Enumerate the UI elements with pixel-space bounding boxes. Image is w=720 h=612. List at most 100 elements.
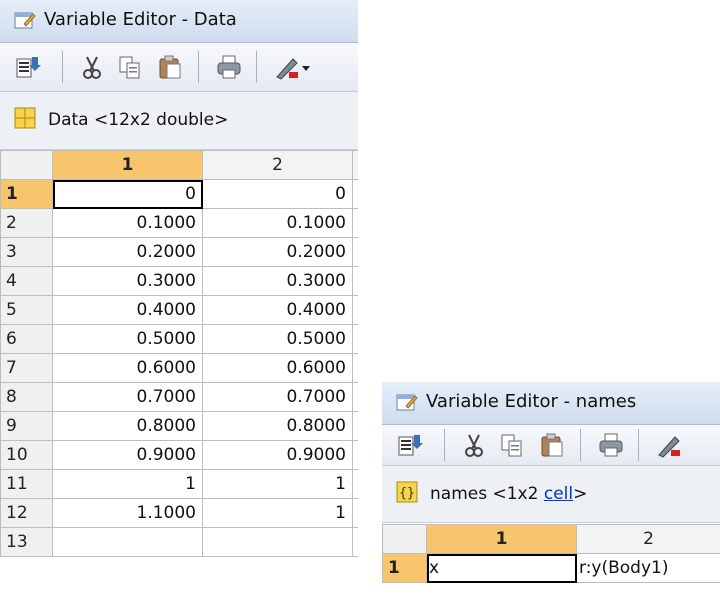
table-row: 4 0.3000 0.3000	[0, 266, 358, 296]
copy-icon[interactable]	[116, 53, 144, 81]
row-header[interactable]: 6	[0, 324, 53, 354]
table-row: 1 x r:y(Body1)	[382, 553, 720, 583]
variable-class: double	[156, 110, 215, 130]
column-header-1[interactable]: 1	[52, 150, 203, 180]
row-header[interactable]: 3	[0, 237, 53, 267]
row-header[interactable]: 10	[0, 440, 53, 470]
grid-cell-overflow[interactable]	[352, 295, 358, 325]
row-header[interactable]: 4	[0, 266, 53, 296]
grid-cell[interactable]: 0.6000	[52, 353, 203, 383]
grid-cell[interactable]: 1.1000	[52, 498, 203, 528]
grid-cell[interactable]: 0.2000	[202, 237, 353, 267]
data-grid: 1 2 1 0 0 2 0.1000 0.1000 3 0.2000 0.2000 4 0.3000…	[0, 150, 358, 557]
grid-cell-overflow[interactable]	[352, 411, 358, 441]
print-icon[interactable]	[597, 431, 625, 459]
grid-cell-overflow[interactable]	[352, 469, 358, 499]
grid-cell-overflow[interactable]	[352, 498, 358, 528]
grid-cell[interactable]: 1	[202, 469, 353, 499]
grid-cell[interactable]: 0.4000	[52, 295, 203, 325]
variable-info: Data <12x2 double>	[48, 110, 229, 130]
variable-info: names <1x2 cell>	[430, 484, 588, 504]
grid-corner[interactable]	[0, 150, 53, 180]
grid-cell[interactable]	[202, 527, 353, 557]
table-row: 13	[0, 527, 358, 557]
table-row: 6 0.5000 0.5000	[0, 324, 358, 354]
grid-cell-overflow[interactable]	[352, 440, 358, 470]
column-header-2[interactable]: 2	[202, 150, 353, 180]
table-row: 2 0.1000 0.1000	[0, 208, 358, 238]
variable-name: names	[430, 484, 488, 504]
dropdown-arrow-icon[interactable]	[300, 53, 312, 81]
row-header[interactable]: 9	[0, 411, 53, 441]
table-row: 9 0.8000 0.8000	[0, 411, 358, 441]
grid-cell-overflow[interactable]	[352, 382, 358, 412]
grid-cell[interactable]: 0.8000	[202, 411, 353, 441]
cut-icon[interactable]	[460, 431, 488, 459]
table-row: 11 1 1	[0, 469, 358, 499]
column-header-1[interactable]: 1	[426, 524, 577, 554]
paste-icon[interactable]	[538, 431, 566, 459]
grid-cell[interactable]: 0.9000	[202, 440, 353, 470]
cut-icon[interactable]	[78, 53, 106, 81]
grid-cell[interactable]: 0.7000	[202, 382, 353, 412]
title-bar[interactable]: Variable Editor - Data	[0, 0, 358, 43]
row-header[interactable]: 1	[0, 179, 53, 209]
grid-cell[interactable]: 1	[52, 469, 203, 499]
import-data-icon[interactable]	[396, 431, 424, 459]
grid-cell[interactable]: 0.9000	[52, 440, 203, 470]
grid-cell[interactable]: 0.3000	[202, 266, 353, 296]
variable-editor-icon	[396, 392, 418, 412]
toolbar-separator	[256, 51, 257, 83]
grid-cell-overflow[interactable]	[352, 237, 358, 267]
grid-cell[interactable]: r:y(Body1)	[576, 553, 720, 583]
grid-cell-overflow[interactable]	[352, 266, 358, 296]
grid-cell[interactable]: 0.6000	[202, 353, 353, 383]
row-header[interactable]: 11	[0, 469, 53, 499]
variable-class-link[interactable]: cell	[544, 484, 573, 504]
grid-cell-overflow[interactable]	[352, 179, 358, 209]
row-header[interactable]: 5	[0, 295, 53, 325]
row-header[interactable]: 2	[0, 208, 53, 238]
grid-cell[interactable]: x	[426, 553, 577, 583]
grid-cell[interactable]	[52, 527, 203, 557]
grid-cell[interactable]: 0.5000	[202, 324, 353, 354]
grid-cell[interactable]: 0.7000	[52, 382, 203, 412]
grid-cell-overflow[interactable]	[352, 324, 358, 354]
grid-cell-overflow[interactable]	[352, 353, 358, 383]
grid-cell-overflow[interactable]	[352, 527, 358, 557]
grid-cell[interactable]: 0.1000	[52, 208, 203, 238]
plot-icon[interactable]	[655, 431, 683, 459]
column-header-row: 1 2	[0, 150, 358, 180]
column-header-row: 1 2	[382, 524, 720, 554]
grid-cell[interactable]: 0.3000	[52, 266, 203, 296]
grid-cell[interactable]: 0	[202, 179, 353, 209]
grid-cell[interactable]: 0.4000	[202, 295, 353, 325]
grid-cell[interactable]: 0.5000	[52, 324, 203, 354]
plot-icon[interactable]	[273, 53, 301, 81]
title-bar[interactable]: Variable Editor - names	[382, 382, 720, 425]
grid-cell[interactable]: 1	[202, 498, 353, 528]
column-header-overflow[interactable]	[352, 150, 358, 180]
row-header[interactable]: 13	[0, 527, 53, 557]
table-row: 7 0.6000 0.6000	[0, 353, 358, 383]
row-header[interactable]: 12	[0, 498, 53, 528]
grid-cell[interactable]: 0.1000	[202, 208, 353, 238]
paste-icon[interactable]	[156, 53, 184, 81]
grid-corner[interactable]	[382, 524, 427, 554]
toolbar	[0, 43, 358, 92]
row-header[interactable]: 7	[0, 353, 53, 383]
row-header[interactable]: 1	[382, 553, 427, 583]
grid-cell-overflow[interactable]	[352, 208, 358, 238]
column-header-2[interactable]: 2	[576, 524, 720, 554]
grid-cell[interactable]: 0	[52, 179, 203, 209]
copy-icon[interactable]	[498, 431, 526, 459]
table-row: 8 0.7000 0.7000	[0, 382, 358, 412]
print-icon[interactable]	[215, 53, 243, 81]
toolbar-separator	[62, 51, 63, 83]
grid-cell[interactable]: 0.2000	[52, 237, 203, 267]
row-header[interactable]: 8	[0, 382, 53, 412]
grid-cell[interactable]: 0.8000	[52, 411, 203, 441]
toolbar-separator	[444, 429, 445, 461]
import-data-icon[interactable]	[14, 53, 42, 81]
toolbar-separator	[580, 429, 581, 461]
